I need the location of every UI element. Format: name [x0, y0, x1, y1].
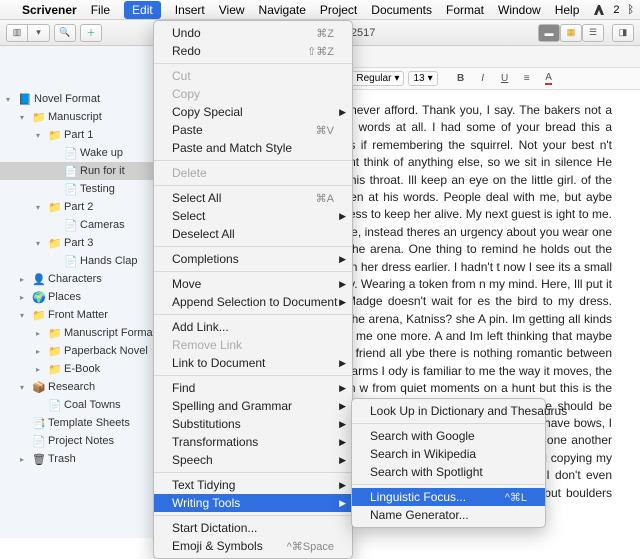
app-name[interactable]: Scrivener	[22, 3, 77, 17]
status-number: 2	[613, 4, 619, 16]
align-button[interactable]: ≡	[518, 71, 536, 87]
menu-item[interactable]: Search in Wikipedia	[352, 445, 545, 463]
menu-item[interactable]: Append Selection to Document▶	[154, 293, 352, 311]
menu-item[interactable]: Select▶	[154, 207, 352, 225]
menu-item[interactable]: Paste and Match Style	[154, 139, 352, 157]
binder-toggle[interactable]: ▥	[6, 24, 28, 42]
menu-item[interactable]: Add Link...	[154, 318, 352, 336]
menu-item[interactable]: Copy Special▶	[154, 103, 352, 121]
menu-item[interactable]: Find▶	[154, 379, 352, 397]
menu-documents[interactable]: Documents	[371, 3, 432, 17]
menu-item[interactable]: Substitutions▶	[154, 415, 352, 433]
view-cork[interactable]: ▦	[560, 24, 582, 42]
menu-item: Copy	[154, 85, 352, 103]
menu-item[interactable]: Search with Google	[352, 427, 545, 445]
menu-item[interactable]: Link to Document▶	[154, 354, 352, 372]
search-button[interactable]: 🔍	[54, 24, 76, 42]
menu-item[interactable]: Spelling and Grammar▶	[154, 397, 352, 415]
menu-item: Delete	[154, 164, 352, 182]
menu-insert[interactable]: Insert	[175, 3, 205, 17]
menu-item[interactable]: Name Generator...	[352, 506, 545, 524]
menu-item[interactable]: Redo⇧⌘Z	[154, 42, 352, 60]
weight-select[interactable]: Regular ▾	[351, 71, 404, 86]
menu-item[interactable]: Emoji & Symbols^⌘Space	[154, 537, 352, 555]
italic-button[interactable]: I	[474, 71, 492, 87]
menubar: Scrivener File Edit Insert View Navigate…	[0, 0, 640, 20]
menu-item[interactable]: Search with Spotlight	[352, 463, 545, 481]
menu-file[interactable]: File	[91, 3, 110, 17]
menu-project[interactable]: Project	[320, 3, 357, 17]
menu-help[interactable]: Help	[555, 3, 580, 17]
view-outline[interactable]: ☰	[582, 24, 604, 42]
menu-window[interactable]: Window	[498, 3, 541, 17]
menu-item[interactable]: Speech▶	[154, 451, 352, 469]
menu-item[interactable]: Start Dictation...	[154, 519, 352, 537]
menu-item: Remove Link	[154, 336, 352, 354]
menu-item[interactable]: Text Tidying▶	[154, 476, 352, 494]
underline-button[interactable]: U	[496, 71, 514, 87]
view-single[interactable]: ▬	[538, 24, 560, 42]
menu-item[interactable]: Select All⌘A	[154, 189, 352, 207]
menu-edit[interactable]: Edit	[124, 1, 161, 19]
add-button[interactable]: ＋	[80, 24, 102, 42]
menu-item: Cut	[154, 67, 352, 85]
size-select[interactable]: 13 ▾	[408, 71, 437, 86]
menu-navigate[interactable]: Navigate	[259, 3, 306, 17]
binder-dropdown[interactable]: ▾	[28, 24, 50, 42]
inspector-toggle[interactable]: ◨	[612, 24, 634, 42]
menu-item[interactable]: Completions▶	[154, 250, 352, 268]
menu-item[interactable]: Move▶	[154, 275, 352, 293]
menu-item[interactable]: Undo⌘Z	[154, 24, 352, 42]
menu-item[interactable]: Writing Tools▶	[154, 494, 352, 512]
menu-item[interactable]: Paste⌘V	[154, 121, 352, 139]
bold-button[interactable]: B	[452, 71, 470, 87]
menu-item[interactable]: Look Up in Dictionary and Thesaurus	[352, 402, 545, 420]
color-button[interactable]: A	[540, 71, 558, 87]
adobe-icon[interactable]	[593, 4, 605, 16]
menu-item[interactable]: Transformations▶	[154, 433, 352, 451]
menu-view[interactable]: View	[219, 3, 245, 17]
menu-item[interactable]: Linguistic Focus...^⌘L	[352, 488, 545, 506]
bluetooth-icon[interactable]: ᛒ	[628, 4, 635, 16]
writing-tools-menu: Look Up in Dictionary and Thesaurus Searc…	[351, 398, 546, 528]
edit-menu: Undo⌘ZRedo⇧⌘Z CutCopyCopy Special▶Paste⌘V…	[153, 20, 353, 559]
menu-item[interactable]: Deselect All	[154, 225, 352, 243]
menu-format[interactable]: Format	[446, 3, 484, 17]
